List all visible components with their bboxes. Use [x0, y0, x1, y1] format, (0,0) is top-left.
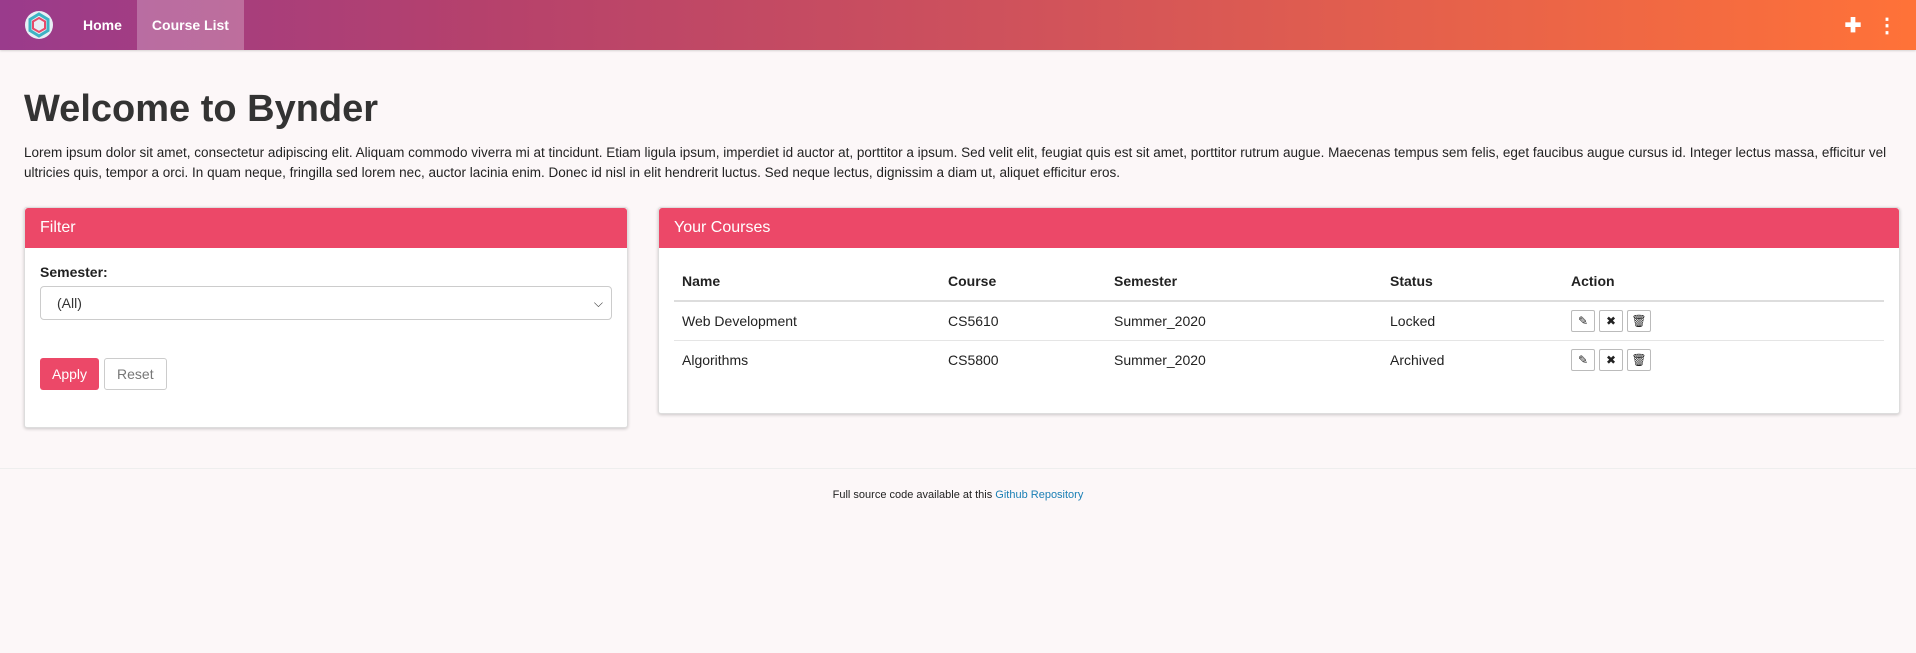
- column-header-action: Action: [1563, 262, 1884, 302]
- edit-icon[interactable]: ✎: [1571, 349, 1595, 371]
- more-vertical-icon[interactable]: ⋮: [1870, 13, 1904, 38]
- course-status: Locked: [1382, 301, 1563, 341]
- nav-course-list-link[interactable]: Course List: [136, 0, 244, 50]
- footer-text: Full source code available at this: [832, 489, 993, 501]
- page-title: Welcome to Bynder: [24, 88, 379, 130]
- filter-card: Filter Semester: (All) ⌵ Apply Reset: [24, 207, 628, 428]
- table-row: Web Development CS5610 Summer_2020 Locke…: [674, 301, 1884, 341]
- course-code: CS5800: [948, 352, 999, 368]
- filter-card-title: Filter: [25, 208, 627, 248]
- github-repository-link[interactable]: Github Repository: [995, 489, 1083, 501]
- course-actions: ✎ ✖ 🗑: [1563, 341, 1884, 380]
- top-navbar: Home Course List ✚ ⋮: [0, 0, 1916, 50]
- column-header-course: Course: [940, 262, 1106, 302]
- footer: Full source code available at this Githu…: [0, 468, 1916, 501]
- trash-icon[interactable]: 🗑: [1627, 310, 1651, 332]
- apply-button[interactable]: Apply: [40, 358, 100, 390]
- close-icon[interactable]: ✖: [1599, 310, 1623, 332]
- course-name: Algorithms: [682, 352, 749, 368]
- course-semester: Summer_2020: [1114, 352, 1206, 368]
- table-row: Algorithms CS5800 Summer_2020 Archived ✎…: [674, 341, 1884, 380]
- course-semester: Summer_2020: [1106, 301, 1382, 341]
- main-content: Welcome to Bynder Lorem ipsum dolor sit …: [0, 50, 1916, 428]
- column-header-status: Status: [1382, 262, 1563, 302]
- courses-table: Name Course Semester Status Action Web D…: [674, 262, 1884, 379]
- semester-select[interactable]: (All) ⌵: [40, 286, 612, 320]
- cards-row: Filter Semester: (All) ⌵ Apply Reset You…: [24, 207, 1900, 428]
- column-header-name: Name: [674, 262, 940, 302]
- course-actions: ✎ ✖ 🗑: [1563, 301, 1884, 341]
- course-code: CS5610: [940, 301, 1106, 341]
- intro-text: Lorem ipsum dolor sit amet, consectetur …: [24, 145, 1887, 180]
- column-header-semester: Semester: [1106, 262, 1382, 302]
- courses-card-title: Your Courses: [659, 208, 1899, 248]
- semester-label: Semester:: [40, 264, 108, 280]
- courses-card: Your Courses Name Course Semester Status…: [658, 207, 1900, 414]
- edit-icon[interactable]: ✎: [1571, 310, 1595, 332]
- nav-actions: ✚ ⋮: [1836, 0, 1904, 50]
- course-status: Archived: [1390, 352, 1445, 368]
- course-name: Web Development: [674, 301, 940, 341]
- chevron-down-icon: ⌵: [593, 295, 603, 310]
- plus-icon[interactable]: ✚: [1836, 13, 1870, 38]
- reset-button[interactable]: Reset: [104, 358, 167, 390]
- close-icon[interactable]: ✖: [1599, 349, 1623, 371]
- nav-home-link[interactable]: Home: [68, 0, 137, 50]
- trash-icon[interactable]: 🗑: [1627, 349, 1651, 371]
- app-logo[interactable]: [24, 10, 54, 40]
- semester-select-value: (All): [57, 295, 82, 311]
